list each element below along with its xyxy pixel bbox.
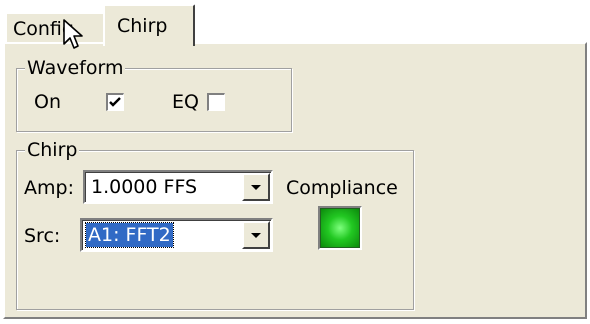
check-icon	[109, 97, 121, 107]
tab-strip: Config. Chirp	[0, 0, 590, 46]
compliance-led	[320, 208, 360, 248]
eq-label: EQ	[172, 91, 199, 113]
tab-chirp-label: Chirp	[117, 15, 168, 37]
eq-checkbox[interactable]	[207, 93, 225, 111]
amp-dropdown-button[interactable]	[242, 173, 270, 201]
amp-label: Amp:	[24, 177, 74, 199]
src-label: Src:	[24, 225, 61, 247]
on-checkbox[interactable]	[106, 93, 124, 111]
on-label: On	[34, 91, 61, 113]
waveform-group-label: Waveform	[25, 56, 126, 80]
compliance-label: Compliance	[286, 177, 398, 199]
amp-value: 1.0000 FFS	[91, 176, 198, 198]
compliance-indicator	[318, 206, 362, 250]
tab-chirp[interactable]: Chirp	[103, 4, 195, 46]
amp-select[interactable]: 1.0000 FFS	[83, 170, 273, 204]
tab-config[interactable]: Config.	[5, 12, 109, 44]
src-dropdown-button[interactable]	[242, 221, 270, 249]
mouse-pointer-icon	[63, 19, 83, 49]
src-value: A1: FFT2	[85, 222, 174, 248]
chevron-down-icon	[251, 185, 261, 190]
chevron-down-icon	[251, 233, 261, 238]
chirp-group-label: Chirp	[25, 138, 80, 162]
src-select[interactable]: A1: FFT2	[80, 218, 273, 252]
